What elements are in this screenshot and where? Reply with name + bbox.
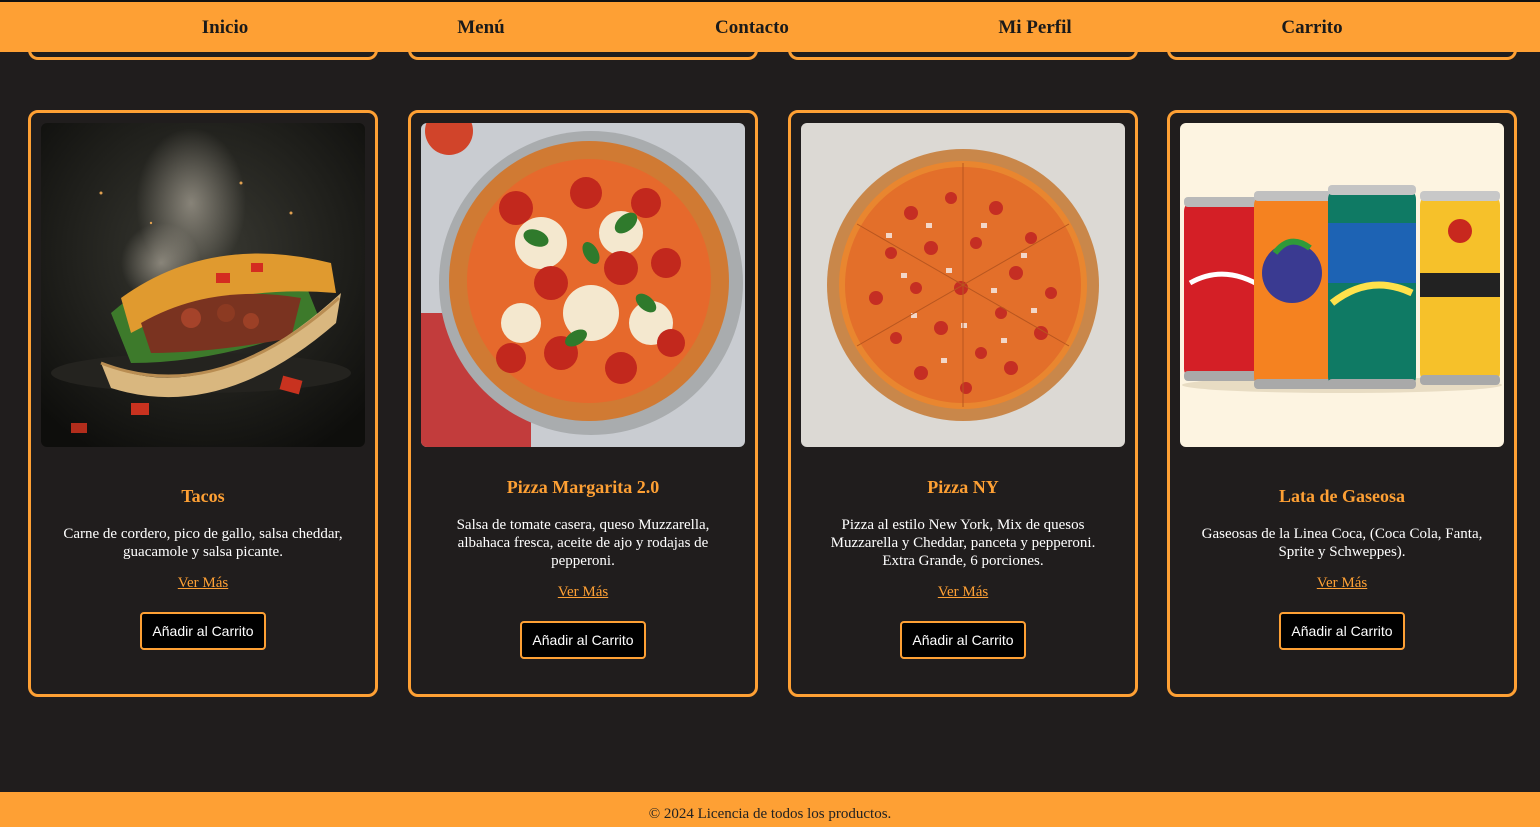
product-description: Carne de cordero, pico de gallo, salsa c… bbox=[63, 525, 343, 560]
product-card-body: Lata de Gaseosa Gaseosas de la Linea Coc… bbox=[1180, 447, 1504, 694]
add-to-cart-button[interactable]: Añadir al Carrito bbox=[1279, 611, 1405, 650]
product-title: Lata de Gaseosa bbox=[1279, 485, 1405, 506]
product-title: Tacos bbox=[181, 485, 225, 506]
product-card-lata-gaseosa: Lata de Gaseosa Gaseosas de la Linea Coc… bbox=[1167, 110, 1517, 697]
ver-mas-link[interactable]: Ver Más bbox=[558, 584, 608, 601]
add-to-cart-button[interactable]: Añadir al Carrito bbox=[900, 620, 1026, 659]
nav-menu-link[interactable]: Menú bbox=[457, 17, 505, 39]
product-description: Gaseosas de la Linea Coca, (Coca Cola, F… bbox=[1201, 525, 1483, 560]
nav-inicio-link[interactable]: Inicio bbox=[202, 17, 248, 39]
product-card-body: Tacos Carne de cordero, pico de gallo, s… bbox=[41, 447, 365, 694]
product-title: Pizza Margarita 2.0 bbox=[506, 476, 660, 497]
add-to-cart-button[interactable]: Añadir al Carrito bbox=[140, 611, 266, 650]
nav-contacto-link[interactable]: Contacto bbox=[715, 17, 789, 39]
product-card-pizza-ny: Pizza NY Pizza al estilo New York, Mix d… bbox=[788, 110, 1138, 697]
product-card-body: Pizza NY Pizza al estilo New York, Mix d… bbox=[801, 447, 1125, 694]
soda-cans-image bbox=[1180, 123, 1504, 447]
top-nav: Inicio Menú Contacto Mi Perfil Carrito bbox=[0, 0, 1540, 52]
product-title: Pizza NY bbox=[927, 476, 999, 497]
ver-mas-link[interactable]: Ver Más bbox=[938, 584, 988, 601]
product-card-pizza-margarita: Pizza Margarita 2.0 Salsa de tomate case… bbox=[408, 110, 758, 697]
nav-mi-perfil-link[interactable]: Mi Perfil bbox=[998, 17, 1071, 39]
taco-image bbox=[41, 123, 365, 447]
ver-mas-link[interactable]: Ver Más bbox=[178, 575, 228, 592]
product-description: Pizza al estilo New York, Mix de quesos … bbox=[830, 516, 1096, 569]
pizza-ny-image bbox=[801, 123, 1125, 447]
ver-mas-link[interactable]: Ver Más bbox=[1317, 575, 1367, 592]
pizza-margarita-image bbox=[421, 123, 745, 447]
footer-text: © 2024 Licencia de todos los productos. bbox=[648, 806, 892, 822]
product-description: Salsa de tomate casera, queso Muzzarella… bbox=[456, 516, 710, 569]
page-footer: © 2024 Licencia de todos los productos. bbox=[0, 792, 1540, 827]
product-card-tacos: Tacos Carne de cordero, pico de gallo, s… bbox=[28, 110, 378, 697]
product-card-body: Pizza Margarita 2.0 Salsa de tomate case… bbox=[421, 447, 745, 694]
add-to-cart-button[interactable]: Añadir al Carrito bbox=[520, 620, 646, 659]
nav-carrito-link[interactable]: Carrito bbox=[1281, 17, 1342, 39]
